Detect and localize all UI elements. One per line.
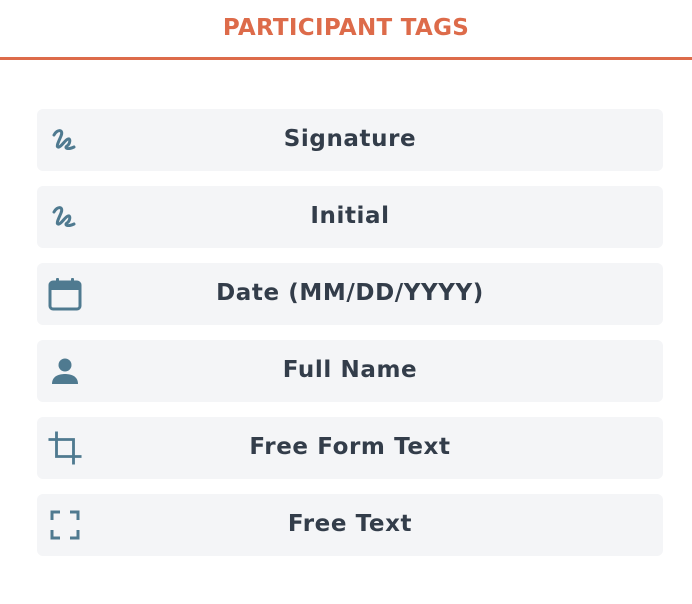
tag-label: Date (MM/DD/YYYY) [216,280,484,306]
tag-label: Free Text [287,511,413,537]
panel-title: PARTICIPANT TAGS [222,15,470,41]
tag-item-signature[interactable]: Signature [37,109,663,171]
tag-item-free-form-text[interactable]: Free Form Text [37,417,663,479]
tag-label: Signature [283,126,417,152]
tag-label: Initial [310,203,390,229]
tag-item-initial[interactable]: Initial [37,186,663,248]
tag-item-date[interactable]: Date (MM/DD/YYYY) [37,263,663,325]
tag-item-full-name[interactable]: Full Name [37,340,663,402]
tag-label: Free Form Text [249,434,451,460]
tag-label: Full Name [282,357,418,383]
tag-item-free-text[interactable]: Free Text [37,494,663,556]
participant-tag-list: Signature Initial Date (MM/DD/YYYY) Full… [37,109,663,571]
panel-header: PARTICIPANT TAGS [0,0,692,60]
